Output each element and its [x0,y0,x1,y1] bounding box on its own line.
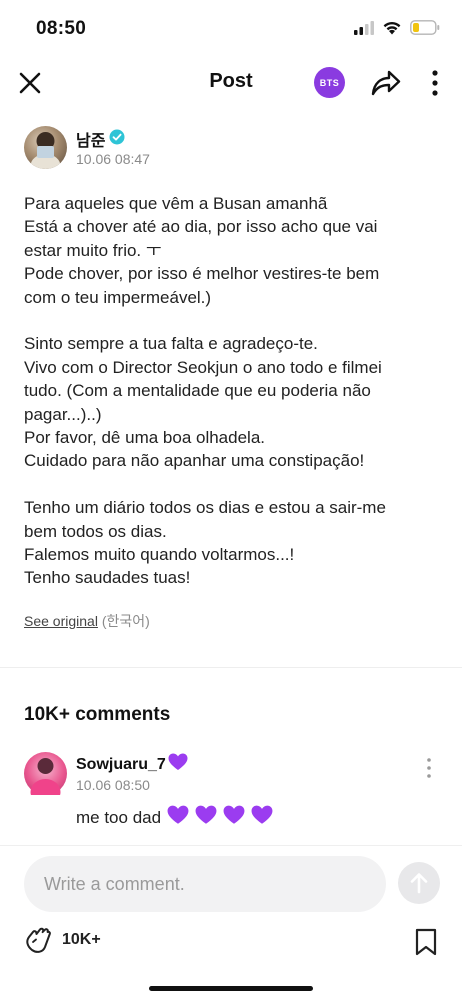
post-line: com o teu impermeável.) [24,287,212,307]
purple-heart-icon [251,805,273,830]
reaction-count: 10K+ [62,931,101,948]
send-comment-button[interactable] [398,862,440,904]
bookmark-button[interactable] [414,928,438,956]
post-line: Cuidado para não apanhar uma constipação… [24,451,365,471]
home-indicator [149,986,313,991]
status-icons [354,20,440,40]
author-name[interactable]: 남준 [76,127,105,151]
purple-heart-icon [223,805,245,830]
status-time: 08:50 [36,18,87,39]
commenter-avatar[interactable] [24,752,67,805]
verified-badge-icon [109,129,125,150]
post-line: Por favor, dê uma boa olhadela. [24,428,265,448]
post-timestamp: 10.06 08:47 [76,151,150,167]
commenter-name[interactable]: Sowjuaru_7 [76,756,166,774]
applause-reaction-icon [26,927,51,953]
vertical-dots-icon [432,70,438,96]
top-navigation-bar: Post BTS [0,58,462,108]
purple-heart-icon [167,805,189,830]
bookmark-icon [415,928,437,956]
comment-timestamp: 10.06 08:50 [76,777,150,793]
wifi-icon [382,20,402,40]
battery-icon [410,20,440,40]
comment-item: Sowjuaru_7 10.06 08:50 me too dad [24,752,444,832]
share-icon [371,70,401,96]
artist-community-badge[interactable]: BTS [314,67,345,98]
comment-composer: 10K+ [0,845,462,1000]
cellular-signal-icon [354,20,374,40]
author-avatar[interactable] [24,126,67,169]
reaction-button[interactable]: 10K+ [24,926,101,954]
post-line: pagar...)..) [24,404,102,424]
avatar-photo-icon [30,758,61,805]
post-line: estar muito frio. ㅜ [24,240,162,260]
original-language-label: (한국어) [101,613,150,629]
post-line: Está a chover até ao dia, por isso acho … [24,217,378,237]
status-bar: 08:50 [0,0,462,58]
section-divider [0,667,462,668]
commenter-name-row: Sowjuaru_7 [76,753,188,776]
see-original-link[interactable]: See original [24,613,98,629]
post-line: Pode chover, por isso é melhor vestires-… [24,264,380,284]
comment-input[interactable] [24,856,386,912]
comment-text-row: me too dad [76,805,273,830]
arrow-up-icon [410,873,428,894]
post-author: 남준 10.06 08:47 [24,126,444,172]
author-name-row: 남준 [76,127,125,151]
avatar-photo-icon [30,132,61,169]
purple-heart-icon [195,805,217,830]
post-line: Falemos muito quando voltarmos...! [24,545,295,565]
comment-text: me too dad [76,807,162,827]
post-line: Tenho saudades tuas! [24,568,191,588]
translation-info: See original (한국어) [24,611,150,631]
share-button[interactable] [370,68,402,98]
vertical-dots-icon [427,758,431,778]
post-line: Vivo com o Director Seokjun o ano todo e… [24,357,382,377]
post-line: Tenho um diário todos os dias e estou a … [24,498,386,518]
post-line: Para aqueles que vêm a Busan amanhã [24,194,328,213]
post-line: bem todos os dias. [24,521,167,541]
post-line: tudo. (Com a mentalidade que eu poderia … [24,381,371,401]
post-body: Para aqueles que vêm a Busan amanhã Está… [24,192,444,590]
comment-options-button[interactable] [422,756,436,780]
purple-heart-icon [168,753,188,776]
post-line: Sinto sempre a tua falta e agradeço-te. [24,334,318,354]
comments-heading: 10K+ comments [24,704,171,725]
more-options-button[interactable] [426,68,444,98]
